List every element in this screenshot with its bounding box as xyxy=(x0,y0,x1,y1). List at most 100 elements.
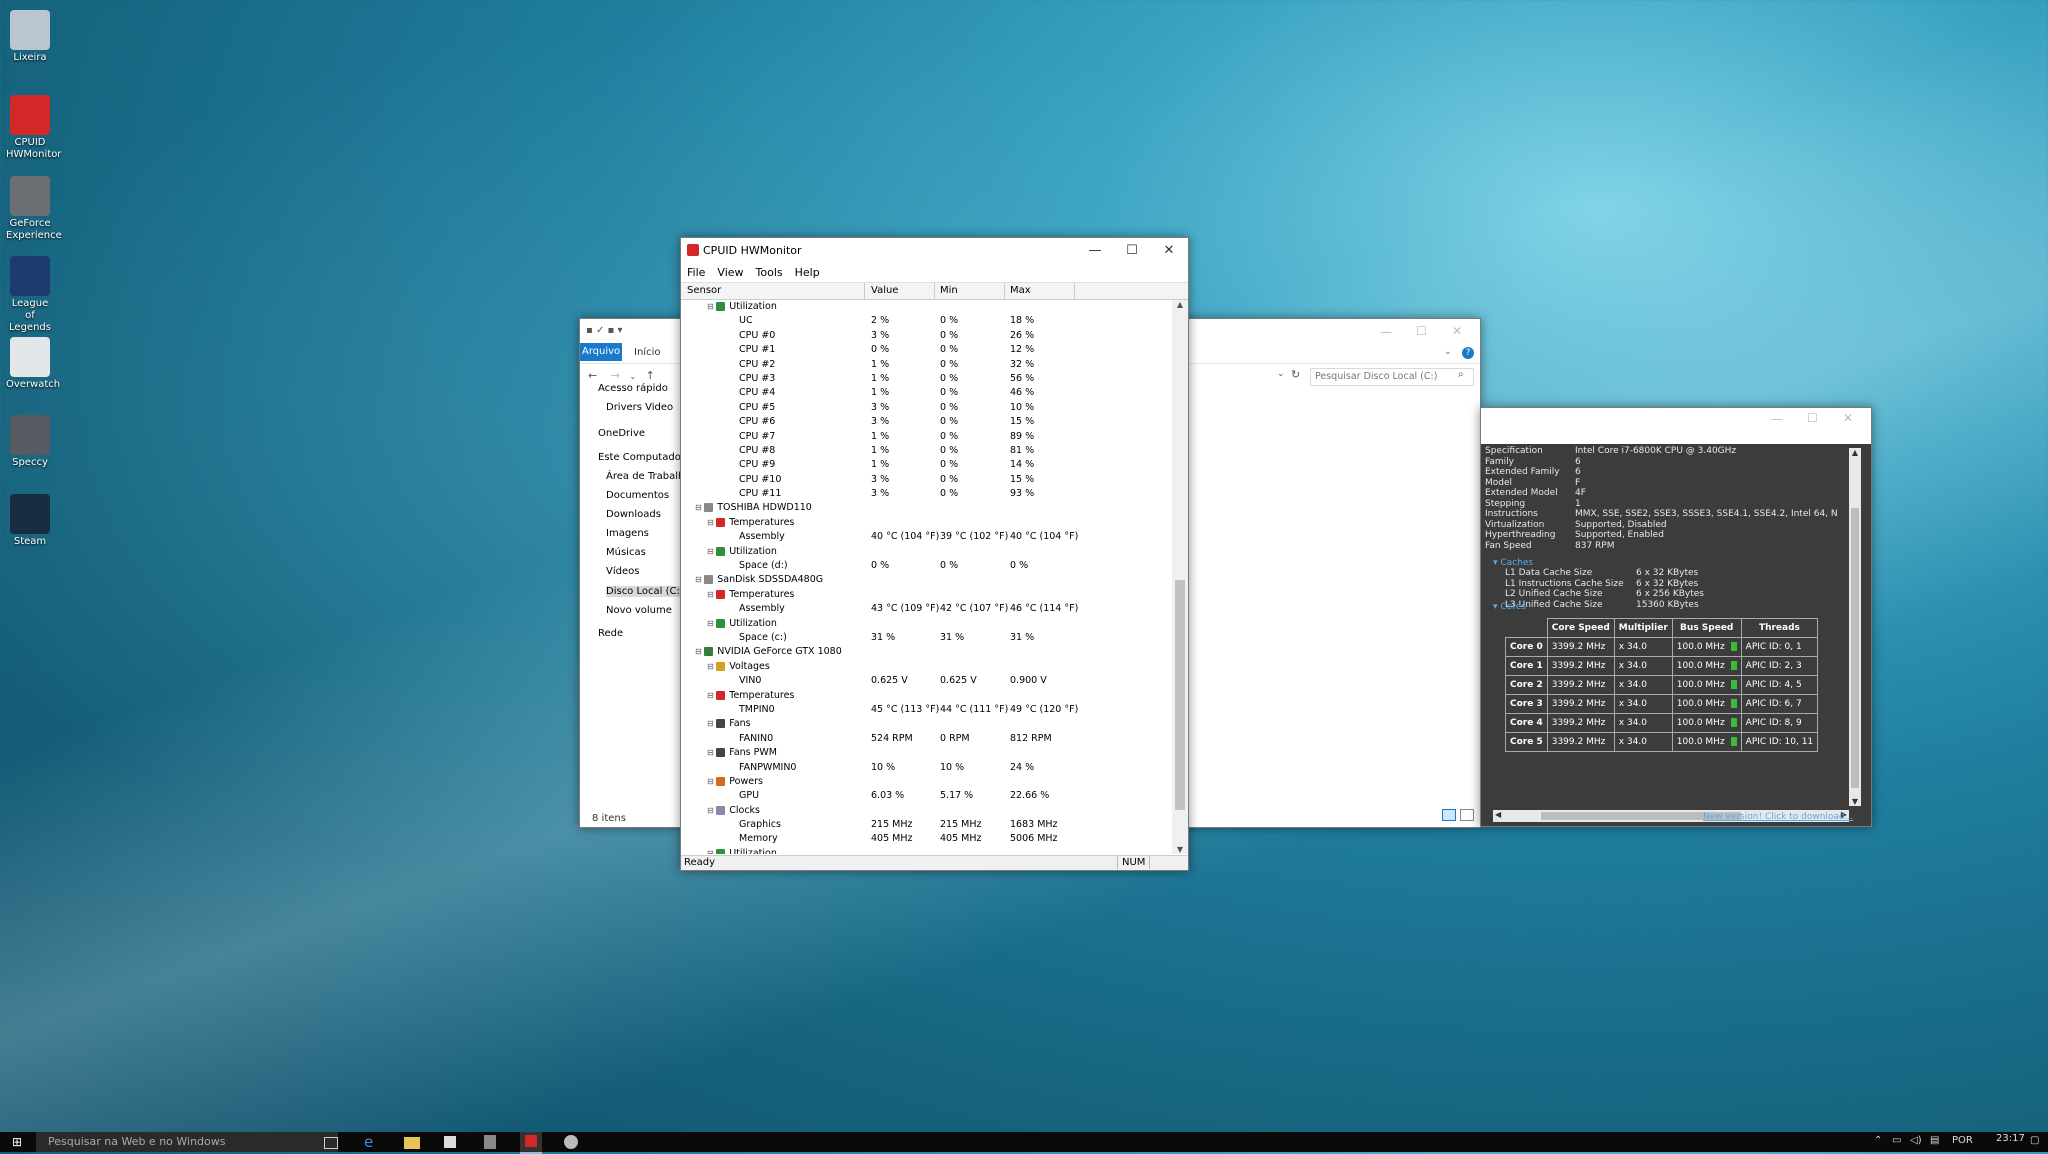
collapse-icon[interactable]: ⊟ xyxy=(695,647,704,656)
tab-inicio[interactable]: Início xyxy=(634,347,660,358)
details-view-icon[interactable] xyxy=(1442,809,1456,821)
sensor-group-row[interactable]: ⊟ Utilization xyxy=(681,300,1172,314)
close-icon[interactable]: ✕ xyxy=(1150,238,1188,264)
nav-item[interactable]: OneDrive xyxy=(598,428,645,439)
sensor-group-row[interactable]: ⊟ SanDisk SDSSDA480G xyxy=(681,573,1172,587)
sensor-group-row[interactable]: ⊟ Fans xyxy=(681,717,1172,731)
scroll-up-icon[interactable]: ▲ xyxy=(1172,300,1188,309)
nav-item[interactable]: Novo volume xyxy=(606,605,672,616)
sensor-group-row[interactable]: ⊟ Clocks xyxy=(681,804,1172,818)
nav-item[interactable]: Rede xyxy=(598,628,623,639)
network-icon[interactable]: ▭ xyxy=(1892,1135,1901,1146)
tray-chevron-icon[interactable]: ⌃ xyxy=(1874,1135,1882,1146)
language-indicator[interactable]: POR xyxy=(1952,1135,1973,1146)
sensor-row[interactable]: Assembly 40 °C (104 °F) 39 °C (102 °F) 40 °… xyxy=(681,530,1172,544)
collapse-icon[interactable]: ⊟ xyxy=(707,619,716,628)
scroll-down-icon[interactable]: ▼ xyxy=(1172,845,1188,854)
help-icon[interactable]: ? xyxy=(1462,347,1474,359)
maximize-icon[interactable]: ☐ xyxy=(1416,324,1427,338)
sensor-group-row[interactable]: ⊟ Powers xyxy=(681,775,1172,789)
maximize-icon[interactable]: ☐ xyxy=(1113,238,1151,264)
nav-item[interactable]: Este Computador xyxy=(598,452,685,463)
sensor-group-row[interactable]: ⊟ Temperatures xyxy=(681,588,1172,602)
sensor-row[interactable]: CPU #0 3 % 0 % 26 % xyxy=(681,329,1172,343)
close-icon[interactable]: ✕ xyxy=(1452,324,1462,338)
taskbar-search-input[interactable]: Pesquisar na Web e no Windows xyxy=(36,1132,338,1152)
sensor-row[interactable]: CPU #6 3 % 0 % 15 % xyxy=(681,415,1172,429)
desktop-shortcut[interactable]: GeForce Experience xyxy=(6,176,62,242)
hwmonitor-window[interactable]: CPUID HWMonitor — ☐ ✕ File View Tools Help … xyxy=(680,237,1189,871)
speccy-titlebar[interactable]: — ☐ ✕ xyxy=(1481,408,1871,444)
sensor-row[interactable]: CPU #11 3 % 0 % 93 % xyxy=(681,487,1172,501)
sensor-group-row[interactable]: ⊟ TOSHIBA HDWD110 xyxy=(681,501,1172,515)
collapse-icon[interactable]: ⊟ xyxy=(695,503,704,512)
close-icon[interactable]: ✕ xyxy=(1843,411,1853,425)
sensor-row[interactable]: CPU #9 1 % 0 % 14 % xyxy=(681,458,1172,472)
new-version-link[interactable]: New version! Click to download... xyxy=(1703,812,1853,822)
collapse-icon[interactable]: ⊟ xyxy=(707,849,716,854)
scrollbar-thumb[interactable] xyxy=(1175,580,1185,810)
minimize-icon[interactable]: — xyxy=(1771,412,1783,426)
desktop-shortcut[interactable]: League of Legends xyxy=(6,256,54,334)
collapse-icon[interactable]: ⊟ xyxy=(707,547,716,556)
speccy-window[interactable]: — ☐ ✕ Specification Intel Core i7-6800K C… xyxy=(1480,407,1872,827)
message-icon[interactable]: ▤ xyxy=(1930,1135,1939,1146)
collapse-icon[interactable]: ⊟ xyxy=(707,806,716,815)
collapse-icon[interactable]: ⊟ xyxy=(707,748,716,757)
nav-item[interactable]: Imagens xyxy=(606,528,649,539)
collapse-icon[interactable]: ⊟ xyxy=(707,719,716,728)
minimize-icon[interactable]: — xyxy=(1380,325,1392,339)
sensor-row[interactable]: TMPIN0 45 °C (113 °F) 44 °C (111 °F) 49 °C … xyxy=(681,703,1172,717)
scroll-up-icon[interactable]: ▲ xyxy=(1849,448,1861,457)
menu-file[interactable]: File xyxy=(681,264,711,281)
quick-access-toolbar-icon[interactable]: ▪ ✓ ▪ ▾ xyxy=(586,325,626,336)
desktop-shortcut[interactable]: Lixeira xyxy=(6,10,54,64)
sensor-group-row[interactable]: ⊟ Utilization xyxy=(681,617,1172,631)
nav-item[interactable]: Documentos xyxy=(606,490,669,501)
sensor-tree[interactable]: ⊟ Utilization UC 2 % 0 % 18 % CPU #0 3 % 0 % 26 … xyxy=(681,300,1172,854)
sensor-row[interactable]: Space (d:) 0 % 0 % 0 % xyxy=(681,559,1172,573)
desktop-shortcut[interactable]: Overwatch xyxy=(6,337,60,391)
cores-section-label[interactable]: ▾ Cores xyxy=(1493,602,1526,612)
store-icon[interactable] xyxy=(444,1136,456,1148)
sensor-row[interactable]: FANPWMIN0 10 % 10 % 24 % xyxy=(681,761,1172,775)
collapse-icon[interactable]: ⊟ xyxy=(707,662,716,671)
nav-item[interactable]: Músicas xyxy=(606,547,646,558)
menu-help[interactable]: Help xyxy=(789,264,826,281)
maximize-icon[interactable]: ☐ xyxy=(1807,411,1818,425)
collapse-icon[interactable]: ⊟ xyxy=(707,691,716,700)
chevron-down-icon[interactable]: ⌄ xyxy=(1444,347,1452,357)
sensor-group-row[interactable]: ⊟ Voltages xyxy=(681,660,1172,674)
sensor-row[interactable]: Memory 405 MHz 405 MHz 5006 MHz xyxy=(681,832,1172,846)
vertical-scrollbar[interactable]: ▲ ▼ xyxy=(1849,448,1861,806)
sensor-group-row[interactable]: ⊟ Utilization xyxy=(681,545,1172,559)
sensor-group-row[interactable]: ⊟ Utilization xyxy=(681,847,1172,854)
nav-item[interactable]: Área de Trabalho xyxy=(606,471,690,482)
nav-item[interactable]: Disco Local (C:) xyxy=(606,586,688,597)
scroll-left-icon[interactable]: ◀ xyxy=(1495,810,1501,819)
speccy-taskbar-icon[interactable] xyxy=(484,1135,496,1149)
sensor-row[interactable]: VIN0 0.625 V 0.625 V 0.900 V xyxy=(681,674,1172,688)
nav-item[interactable]: Drivers Video xyxy=(606,402,673,413)
collapse-icon[interactable]: ⊟ xyxy=(707,590,716,599)
sensor-row[interactable]: CPU #1 0 % 0 % 12 % xyxy=(681,343,1172,357)
large-icons-view-icon[interactable] xyxy=(1460,809,1474,821)
sensor-row[interactable]: Graphics 215 MHz 215 MHz 1683 MHz xyxy=(681,818,1172,832)
sensor-row[interactable]: CPU #3 1 % 0 % 56 % xyxy=(681,372,1172,386)
menu-tools[interactable]: Tools xyxy=(750,264,789,281)
refresh-icon[interactable]: ↻ xyxy=(1291,368,1300,381)
minimize-icon[interactable]: — xyxy=(1076,238,1114,264)
edge-icon[interactable]: e xyxy=(364,1134,380,1150)
tab-arquivo[interactable]: Arquivo xyxy=(580,343,622,361)
nav-item[interactable]: Acesso rápido xyxy=(598,383,668,394)
collapse-icon[interactable]: ⊟ xyxy=(707,302,716,311)
folder-icon[interactable] xyxy=(404,1137,420,1149)
menu-view[interactable]: View xyxy=(711,264,749,281)
sensor-row[interactable]: UC 2 % 0 % 18 % xyxy=(681,314,1172,328)
desktop-shortcut[interactable]: CPUID HWMonitor xyxy=(6,95,61,161)
sensor-row[interactable]: FANIN0 524 RPM 0 RPM 812 RPM xyxy=(681,732,1172,746)
action-center-icon[interactable]: ▢ xyxy=(2030,1135,2039,1146)
sensor-row[interactable]: CPU #4 1 % 0 % 46 % xyxy=(681,386,1172,400)
geforce-taskbar-icon[interactable] xyxy=(564,1135,578,1149)
vertical-scrollbar[interactable]: ▲ ▼ xyxy=(1172,300,1188,854)
